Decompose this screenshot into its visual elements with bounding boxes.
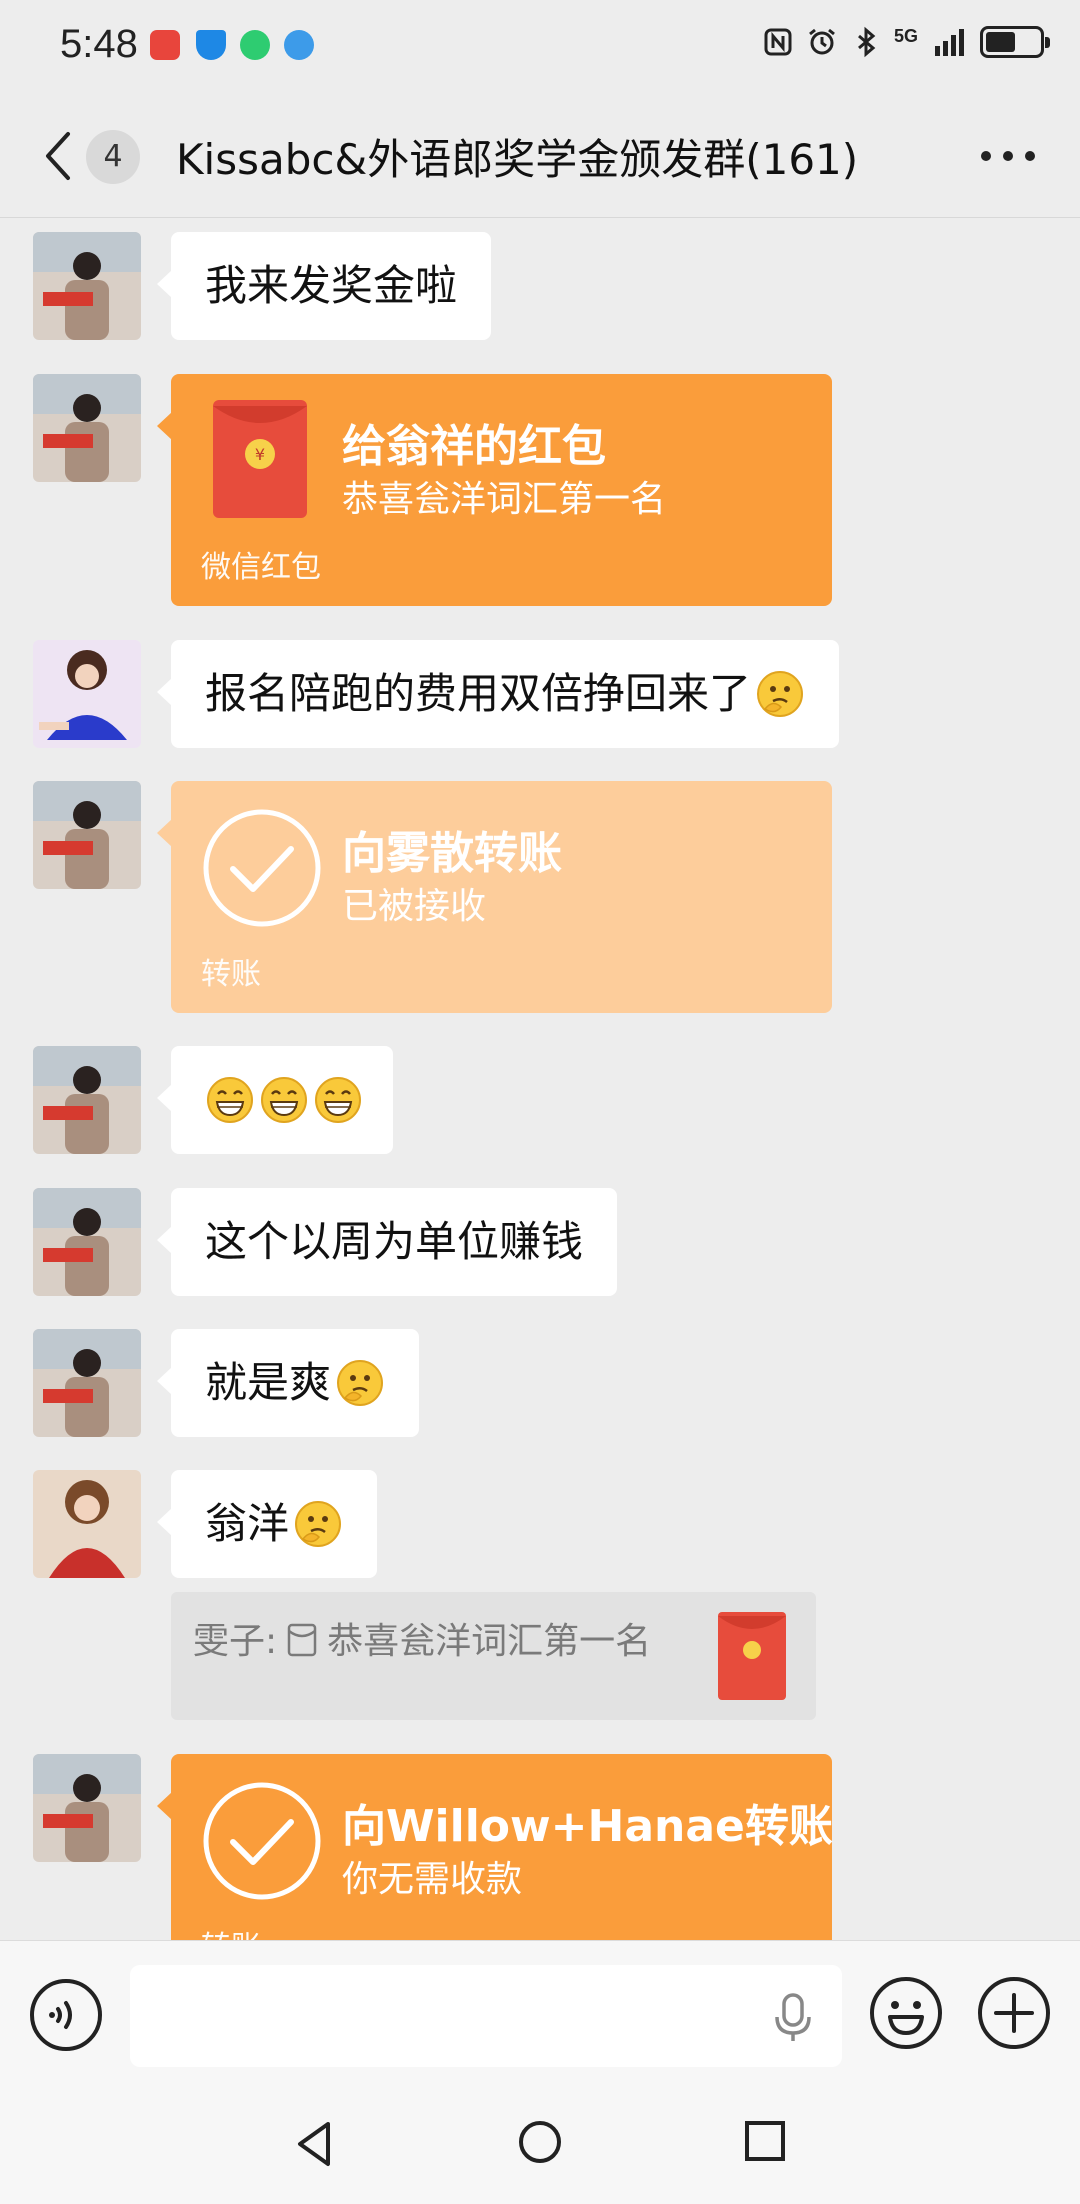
- text-bubble[interactable]: 翁洋: [156, 1470, 378, 1578]
- transfer-title: 向雾散转账: [342, 828, 562, 879]
- transfer-status: 已被接收: [342, 886, 487, 927]
- voice-input-icon[interactable]: [28, 1977, 104, 2053]
- nav-recent-apps-icon[interactable]: [744, 2120, 786, 2162]
- avatar[interactable]: [33, 1046, 141, 1154]
- red-packet-footer: 微信红包: [201, 550, 321, 585]
- text-bubble[interactable]: [157, 1046, 393, 1154]
- red-packet-icon: ¥: [213, 400, 307, 518]
- quoted-message[interactable]: 雯子: 恭喜瓮洋词汇第一名: [171, 1592, 816, 1720]
- alarm-icon: [809, 28, 835, 55]
- red-packet-mini-icon: [287, 1623, 317, 1657]
- transfer-status: 你无需收款: [342, 1859, 523, 1900]
- avatar[interactable]: [33, 640, 141, 748]
- avatar[interactable]: [33, 374, 141, 482]
- avatar[interactable]: [33, 232, 141, 340]
- svg-text:¥: ¥: [255, 445, 265, 464]
- transfer-card[interactable]: 向雾散转账 已被接收 转账: [157, 781, 832, 1013]
- thinking-emoji-icon: [295, 1500, 342, 1547]
- quote-content: 雯子: 恭喜瓮洋词汇第一名: [193, 1612, 651, 1664]
- avatar[interactable]: [33, 1329, 141, 1437]
- emoji-picker-icon[interactable]: [868, 1975, 944, 2051]
- huawei-app-icon: [150, 30, 180, 60]
- check-circle-icon: [203, 1782, 321, 1900]
- red-packet-thumbnail-icon: [718, 1612, 786, 1700]
- grin-emoji-icon: [315, 1076, 361, 1123]
- add-more-icon[interactable]: [976, 1975, 1052, 2051]
- transfer-title: 向Willow+Hanae转账: [342, 1801, 833, 1852]
- thinking-emoji-icon: [337, 1359, 384, 1406]
- grin-emoji-icon: [261, 1076, 307, 1123]
- avatar[interactable]: [33, 1188, 141, 1296]
- message-text: 这个以周为单位赚钱: [205, 1217, 584, 1266]
- battery-icon: [980, 26, 1050, 58]
- unread-count-badge[interactable]: 4: [86, 130, 140, 184]
- bluetooth-icon: [858, 26, 876, 58]
- nav-home-icon[interactable]: [518, 2120, 562, 2164]
- battery-level: [986, 32, 1015, 52]
- status-icons: 5G: [762, 25, 1050, 58]
- more-options-icon[interactable]: [978, 148, 1038, 164]
- red-packet-title: 给翁祥的红包: [342, 421, 606, 472]
- message-input[interactable]: [130, 1965, 842, 2067]
- quote-sender: 雯子:: [193, 1621, 278, 1662]
- recycle-app-icon: [240, 30, 270, 60]
- chat-header: 4 Kissabc&外语郎奖学金颁发群(161): [0, 96, 1080, 218]
- back-arrow-icon[interactable]: [40, 128, 76, 184]
- transfer-footer: 转账: [201, 957, 261, 992]
- globe-app-icon: [284, 30, 314, 60]
- avatar[interactable]: [33, 1754, 141, 1862]
- shield-app-icon: [196, 30, 226, 60]
- message-text: 报名陪跑的费用双倍挣回来了: [205, 669, 752, 718]
- text-bubble[interactable]: 我来发奖金啦: [156, 232, 492, 340]
- red-packet-subtitle: 恭喜瓮洋词汇第一名: [342, 479, 667, 520]
- signal-icon: [935, 29, 964, 56]
- text-bubble[interactable]: 这个以周为单位赚钱: [156, 1188, 618, 1296]
- microphone-icon[interactable]: [772, 1993, 814, 2043]
- avatar[interactable]: [33, 1470, 141, 1578]
- avatar[interactable]: [33, 781, 141, 889]
- nfc-icon: [764, 28, 792, 56]
- status-time: 5:48: [60, 22, 138, 66]
- network-type: 5G: [893, 25, 918, 46]
- transfer-footer: 转账: [201, 1922, 261, 1940]
- text-bubble[interactable]: 报名陪跑的费用双倍挣回来了: [156, 640, 840, 748]
- status-bar: 5:48 5G: [0, 0, 1080, 96]
- message-text: 翁洋: [205, 1499, 290, 1548]
- nav-back-icon[interactable]: [294, 2120, 334, 2168]
- thinking-emoji-icon: [757, 670, 804, 717]
- grin-emoji-icon: [207, 1076, 253, 1123]
- system-nav-bar: [0, 2090, 1080, 2204]
- text-bubble[interactable]: 就是爽: [156, 1329, 420, 1437]
- red-packet-card[interactable]: ¥ 给翁祥的红包 恭喜瓮洋词汇第一名 微信红包: [157, 374, 832, 606]
- quote-text: 恭喜瓮洋词汇第一名: [327, 1621, 652, 1662]
- message-text: 就是爽: [205, 1358, 332, 1407]
- check-circle-icon: [203, 809, 321, 927]
- message-text: 我来发奖金啦: [205, 261, 458, 310]
- chat-title: Kissabc&外语郎奖学金颁发群(161): [176, 135, 859, 184]
- input-bar: [0, 1940, 1080, 2090]
- message-list[interactable]: 我来发奖金啦 ¥ 给翁祥的红包 恭喜瓮洋词汇第一名 微信红包 报名陪跑的费用双倍…: [0, 218, 1080, 1940]
- transfer-card[interactable]: 向Willow+Hanae转账 你无需收款 转账: [157, 1754, 833, 1940]
